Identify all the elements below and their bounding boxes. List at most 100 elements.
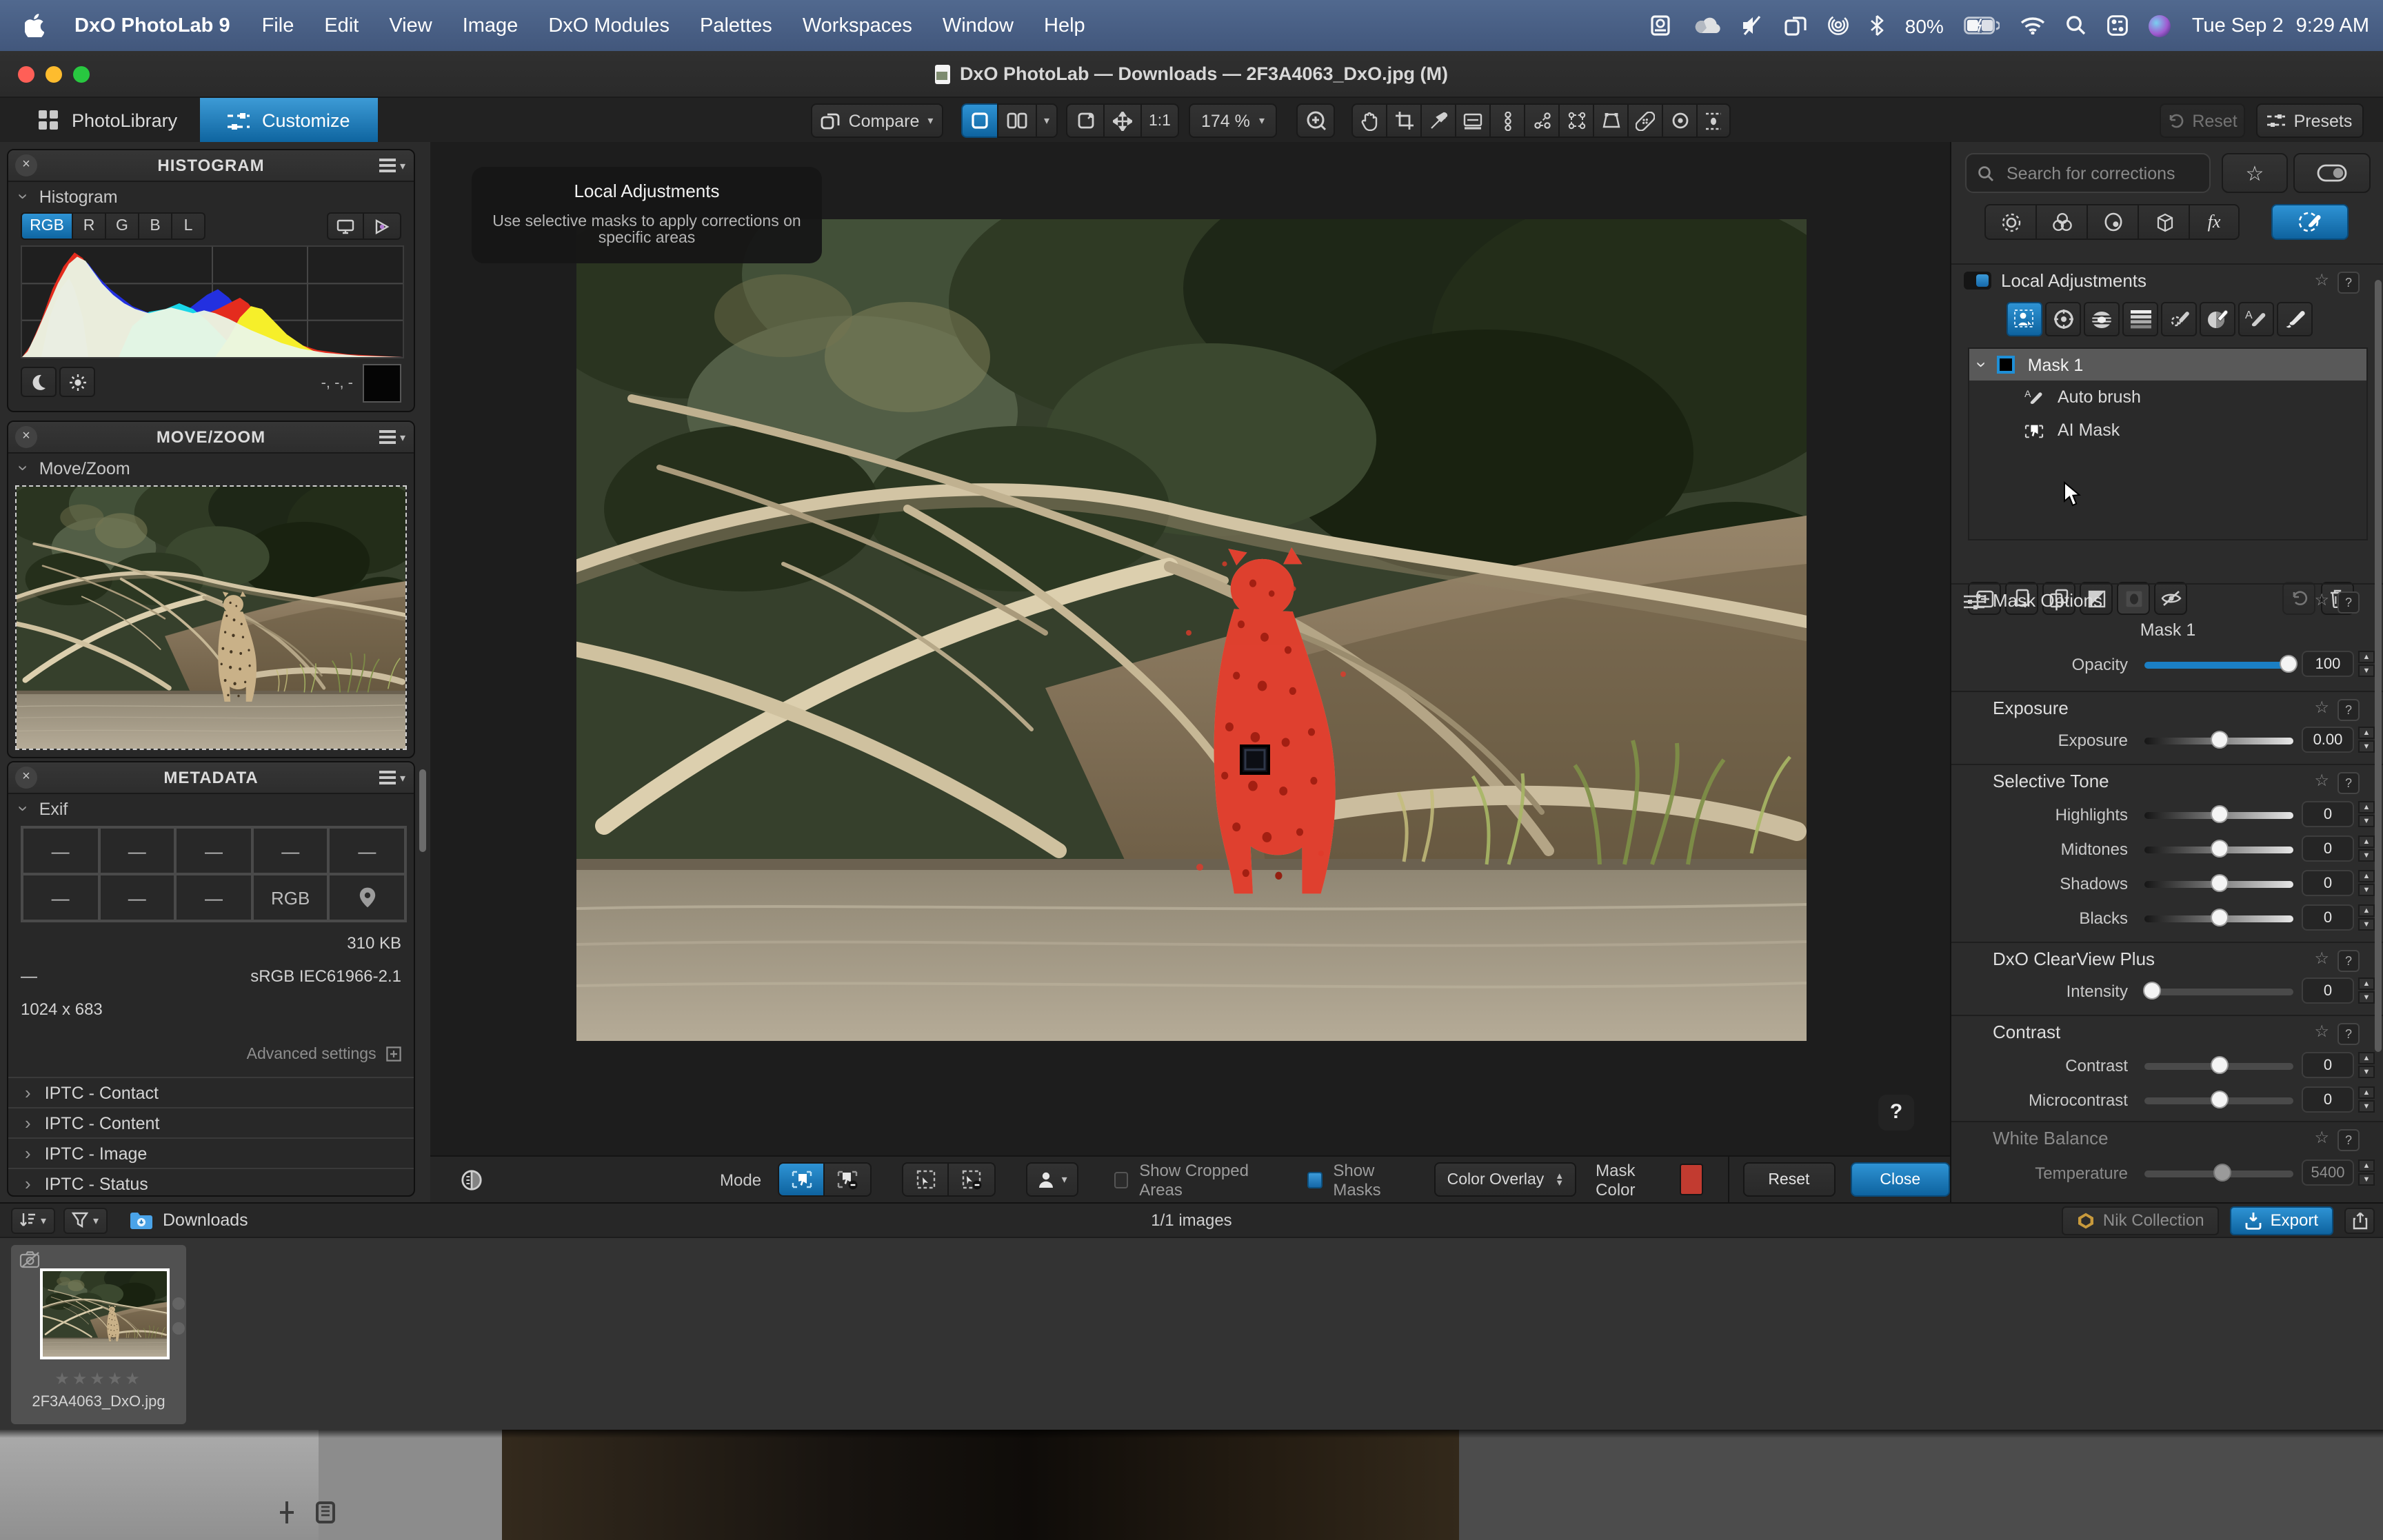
highlight-clipping-button[interactable] [59, 367, 95, 397]
menu-dxo-modules[interactable]: DxO Modules [533, 14, 685, 37]
soft-proofing-icon[interactable] [364, 212, 401, 240]
menu-window[interactable]: Window [927, 14, 1029, 37]
screen-record-icon[interactable] [1651, 15, 1675, 36]
ai-mask-tool[interactable] [2007, 302, 2042, 336]
brush-tool[interactable] [2277, 302, 2313, 336]
clearview-header[interactable]: DxO ClearView Plus ☆ ? [1951, 943, 2383, 976]
category-geometry-button[interactable] [2138, 204, 2189, 240]
menu-edit[interactable]: Edit [309, 14, 374, 37]
spotlight-icon[interactable] [2067, 15, 2087, 36]
polygon-points-tool[interactable] [1558, 103, 1593, 138]
star-icon[interactable]: ☆ [2314, 698, 2329, 717]
opacity-slider[interactable] [2144, 661, 2293, 668]
microcontrast-value[interactable]: 0 [2302, 1086, 2354, 1113]
left-panel-scrollbar[interactable] [419, 769, 426, 852]
microcontrast-stepper[interactable]: ▲▼ [2358, 1086, 2375, 1113]
move-tool-button[interactable] [1103, 103, 1140, 138]
category-color-button[interactable] [2035, 204, 2087, 240]
star-rating[interactable]: ★★★★★ [11, 1369, 186, 1388]
exposure-value[interactable]: 0.00 [2302, 727, 2354, 753]
control-center-icon[interactable] [2108, 15, 2129, 36]
star-icon[interactable]: ☆ [2314, 771, 2329, 790]
auto-brush-tool[interactable]: A [2238, 302, 2274, 336]
zoom-in-button[interactable] [1296, 103, 1335, 138]
shadows-value[interactable]: 0 [2302, 870, 2354, 896]
star-icon[interactable]: ☆ [2314, 1022, 2329, 1041]
zoom-level-dropdown[interactable]: 174 % ▾ [1189, 103, 1277, 138]
wifi-icon[interactable] [2021, 17, 2046, 34]
app-menu-title[interactable]: DxO PhotoLab 9 [58, 14, 247, 37]
shadows-stepper[interactable]: ▲▼ [2358, 870, 2375, 896]
onedrive-icon[interactable] [1696, 17, 1722, 34]
graduated-filter-tool[interactable] [2122, 302, 2158, 336]
search-corrections-field[interactable] [1965, 153, 2211, 193]
midtones-stepper[interactable]: ▲▼ [2358, 835, 2375, 862]
luminosity-mask-tool[interactable] [2161, 302, 2197, 336]
iptc-image-row[interactable]: ›IPTC - Image [8, 1137, 414, 1168]
apple-menu[interactable] [14, 14, 58, 37]
white-balance-pipette-tool[interactable] [1420, 103, 1455, 138]
metadata-panel-header[interactable]: × METADATA ▾ [8, 762, 414, 794]
intensity-value[interactable]: 0 [2302, 977, 2354, 1004]
show-masks-checkbox[interactable] [1307, 1171, 1322, 1188]
category-detail-button[interactable] [2087, 204, 2138, 240]
rect-mask-add-button[interactable] [902, 1162, 949, 1197]
channel-b-button[interactable]: B [139, 212, 172, 240]
mask-item-selected[interactable]: › Mask 1 [1969, 349, 2366, 381]
advanced-settings-link[interactable]: Advanced settings [21, 1046, 401, 1063]
star-icon[interactable]: ☆ [2314, 590, 2329, 609]
histogram-collapse-row[interactable]: › Histogram [8, 182, 414, 211]
menu-workspaces[interactable]: Workspaces [787, 14, 927, 37]
help-icon[interactable]: ? [2337, 1023, 2360, 1045]
channel-r-button[interactable]: R [73, 212, 106, 240]
mask-subitem-aimask[interactable]: AI Mask [1969, 414, 2366, 447]
image-card-selected[interactable]: ★★★★★ 2F3A4063_DxO.jpg [11, 1245, 186, 1424]
menu-file[interactable]: File [247, 14, 310, 37]
channel-l-button[interactable]: L [172, 212, 205, 240]
midtones-slider[interactable] [2144, 846, 2293, 853]
monitor-icon[interactable] [327, 212, 364, 240]
help-icon[interactable]: ? [2337, 772, 2360, 794]
control-line-tool[interactable] [2084, 302, 2120, 336]
exif-collapse-row[interactable]: › Exif [8, 794, 414, 823]
help-icon[interactable]: ? [2337, 272, 2360, 294]
star-icon[interactable]: ☆ [2314, 1128, 2329, 1147]
help-button[interactable]: ? [1878, 1095, 1914, 1131]
intensity-slider[interactable] [2144, 988, 2293, 995]
contrast-header[interactable]: Contrast ☆ ? [1951, 1016, 2383, 1049]
color-mask-tool[interactable] [2200, 302, 2235, 336]
temperature-stepper[interactable]: ▲▼ [2358, 1159, 2375, 1186]
split-preview-icon[interactable] [461, 1168, 483, 1191]
right-panel-scrollbar[interactable] [2375, 280, 2382, 1052]
ai-mask-add-button[interactable] [778, 1162, 825, 1197]
mask-subitem-autobrush[interactable]: A Auto brush [1969, 381, 2366, 414]
menu-help[interactable]: Help [1029, 14, 1100, 37]
star-icon[interactable]: ☆ [2314, 949, 2329, 968]
stage-manager-icon[interactable] [1785, 16, 1807, 35]
one-to-one-button[interactable]: 1:1 [1140, 103, 1179, 138]
single-view-button[interactable] [961, 103, 997, 138]
category-local-adjustments-button[interactable] [2271, 204, 2349, 240]
highlights-stepper[interactable]: ▲▼ [2358, 801, 2375, 827]
close-window-button[interactable] [18, 65, 34, 82]
mask-reset-button[interactable]: Reset [1742, 1162, 1835, 1197]
menu-view[interactable]: View [374, 14, 447, 37]
search-input[interactable] [2004, 162, 2189, 184]
iptc-content-row[interactable]: ›IPTC - Content [8, 1107, 414, 1137]
opacity-value[interactable]: 100 [2302, 651, 2354, 677]
minimize-window-button[interactable] [46, 65, 62, 82]
mask-options-header[interactable]: Mask Options ☆ ? [1951, 585, 2383, 618]
selective-tone-header[interactable]: Selective Tone ☆ ? [1951, 765, 2383, 798]
channel-g-button[interactable]: G [106, 212, 139, 240]
midtones-value[interactable]: 0 [2302, 835, 2354, 862]
fit-screen-button[interactable] [1066, 103, 1103, 138]
blacks-value[interactable]: 0 [2302, 904, 2354, 931]
window-titlebar[interactable]: DxO PhotoLab — Downloads — 2F3A4063_DxO.… [0, 51, 2383, 98]
contrast-slider[interactable] [2144, 1062, 2293, 1069]
control-line-tool[interactable] [1524, 103, 1558, 138]
category-fx-button[interactable]: fx [2189, 204, 2240, 240]
blacks-slider[interactable] [2144, 915, 2293, 922]
siri-icon[interactable] [2149, 14, 2171, 37]
horizon-tool[interactable] [1455, 103, 1489, 138]
panel-menu-button[interactable]: ▾ [379, 762, 405, 793]
